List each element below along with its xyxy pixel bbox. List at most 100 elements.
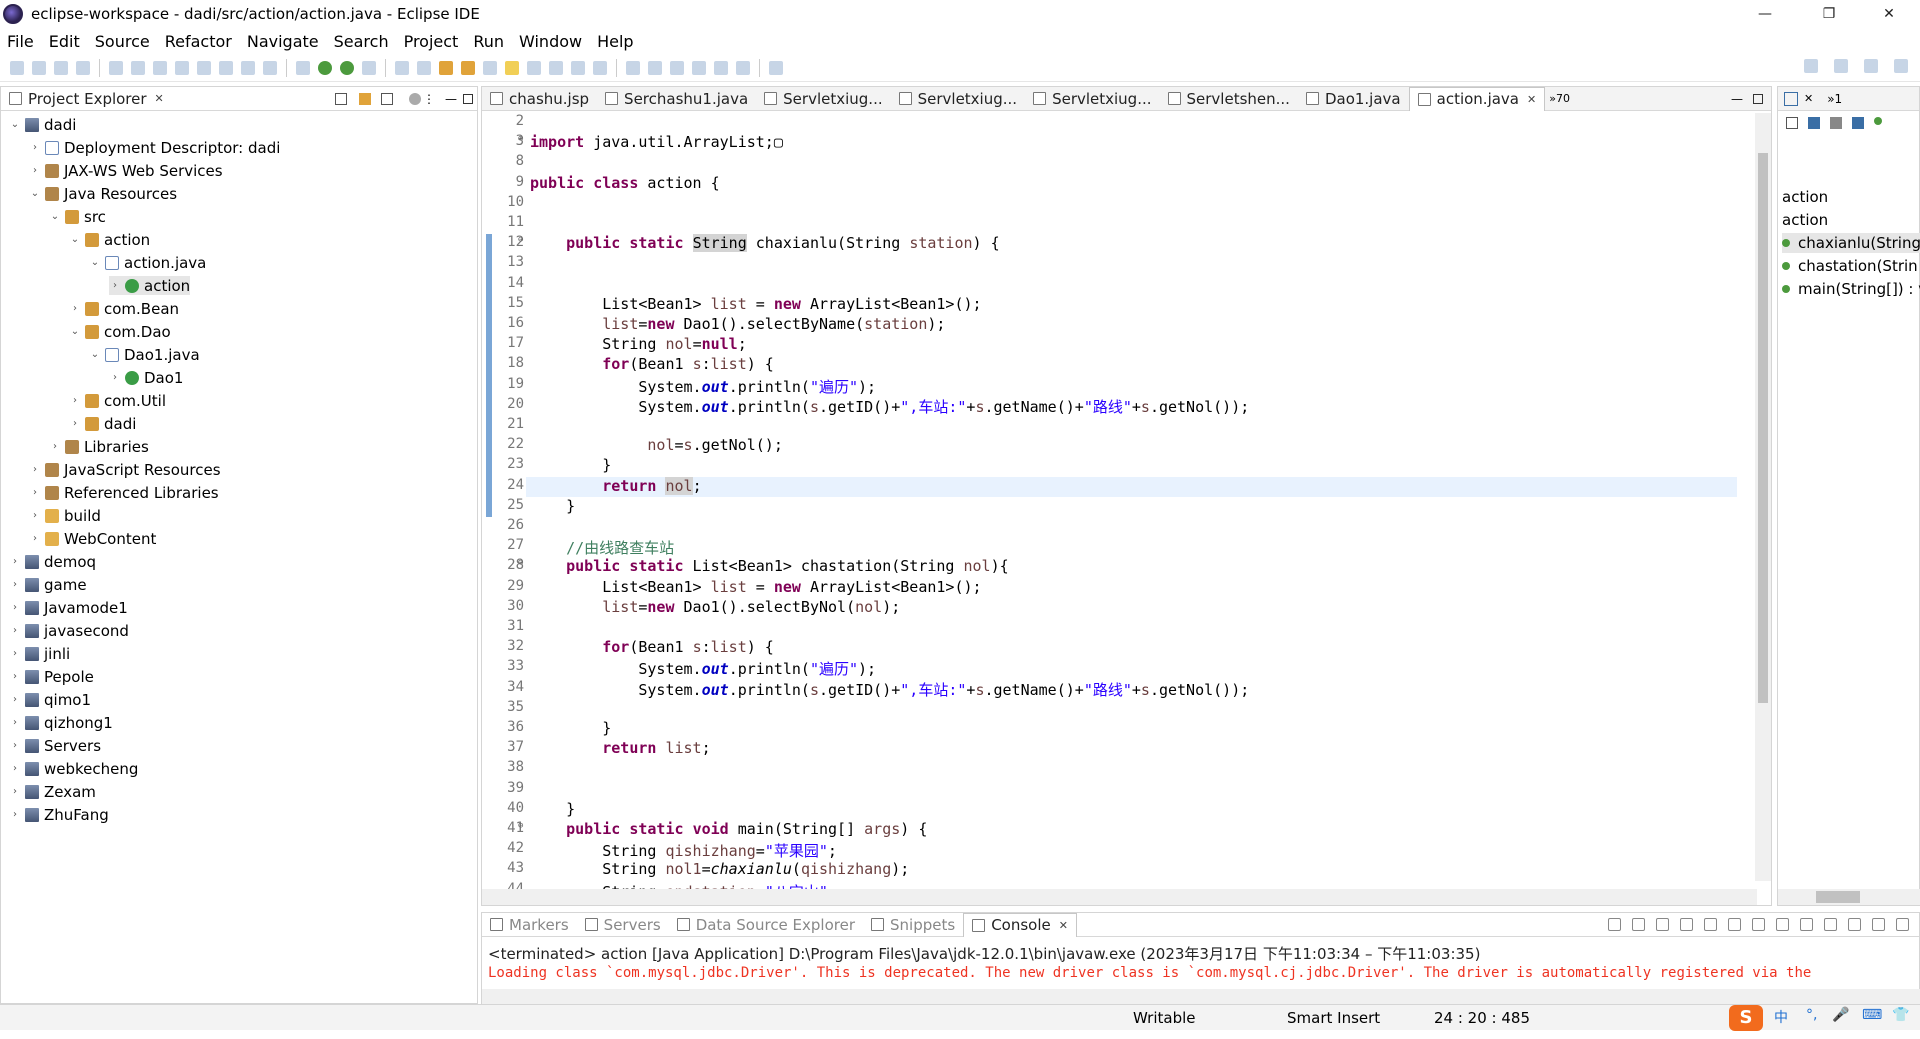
- tree-item-dao1-java[interactable]: ⌄ Dao1.java: [89, 345, 200, 364]
- tree-item-deployment-descriptor-dadi[interactable]: › Deployment Descriptor: dadi: [29, 138, 280, 157]
- menu-window[interactable]: Window: [512, 32, 590, 51]
- code-line[interactable]: return list;: [530, 739, 710, 757]
- sort-icon[interactable]: [1808, 117, 1820, 129]
- tree-item-qimo1[interactable]: › qimo1: [9, 690, 91, 709]
- tree-item-build[interactable]: › build: [29, 506, 101, 525]
- print-icon[interactable]: [76, 60, 90, 75]
- editor-tab-servletxiug-[interactable]: Servletxiug...: [891, 87, 1025, 111]
- expand-arrow-icon[interactable]: ›: [69, 303, 81, 314]
- debug-icon[interactable]: [296, 60, 310, 75]
- tree-item-dadi[interactable]: › dadi: [69, 414, 136, 433]
- tree-item-jax-ws-web-services[interactable]: › JAX-WS Web Services: [29, 161, 223, 180]
- tree-item-webkecheng[interactable]: › webkecheng: [9, 759, 138, 778]
- tree-item-libraries[interactable]: › Libraries: [49, 437, 149, 456]
- tree-item-com-bean[interactable]: › com.Bean: [69, 299, 179, 318]
- expand-arrow-icon[interactable]: ›: [29, 510, 41, 521]
- ime-chinese-mode[interactable]: 中: [1774, 1007, 1788, 1027]
- tree-item-java-resources[interactable]: ⌄ Java Resources: [29, 184, 177, 203]
- java-ee-perspective-icon[interactable]: [1864, 59, 1878, 73]
- outline-item-action[interactable]: action: [1782, 187, 1920, 207]
- forward-icon[interactable]: [736, 60, 750, 75]
- new-server-icon[interactable]: [395, 60, 409, 75]
- scrollbar-thumb[interactable]: [1758, 153, 1768, 703]
- code-line[interactable]: return nol;: [530, 476, 702, 495]
- code-line[interactable]: System.out.println(s.getID()+",车站:"+s.ge…: [530, 679, 1249, 700]
- minimize-button[interactable]: —: [1742, 0, 1788, 28]
- editor-tab-action-java[interactable]: action.java ✕: [1408, 86, 1546, 111]
- expand-arrow-icon[interactable]: ›: [9, 671, 21, 682]
- microphone-icon[interactable]: 🎤: [1832, 1007, 1849, 1023]
- minimize-icon[interactable]: [1632, 918, 1645, 931]
- remove-all-icon[interactable]: [1848, 918, 1861, 931]
- show-paragraph-icon[interactable]: [571, 60, 585, 75]
- close-icon[interactable]: ✕: [1804, 92, 1813, 105]
- expand-arrow-icon[interactable]: ›: [9, 740, 21, 751]
- maximize-icon[interactable]: [1608, 918, 1621, 931]
- tree-item-action[interactable]: ⌄ action: [69, 230, 150, 249]
- tree-item-javascript-resources[interactable]: › JavaScript Resources: [29, 460, 221, 479]
- save-icon[interactable]: [32, 60, 46, 75]
- tree-item-game[interactable]: › game: [9, 575, 87, 594]
- tree-item-qizhong1[interactable]: › qizhong1: [9, 713, 113, 732]
- annotation-icon[interactable]: [648, 60, 662, 75]
- search-toolbar-icon[interactable]: [483, 60, 497, 75]
- close-icon[interactable]: ✕: [1527, 93, 1536, 106]
- tree-item-dao1[interactable]: › Dao1: [109, 368, 183, 387]
- restore-button[interactable]: ❐: [1806, 0, 1852, 28]
- fold-toggle-icon[interactable]: ⊖: [518, 558, 523, 568]
- menu-help[interactable]: Help: [590, 32, 641, 51]
- code-line[interactable]: }: [530, 719, 611, 737]
- expand-arrow-icon[interactable]: ›: [9, 763, 21, 774]
- code-line[interactable]: }: [530, 800, 575, 818]
- editor-tab-servletxiug-[interactable]: Servletxiug...: [1025, 87, 1159, 111]
- code-line[interactable]: public static void main(String[] args) {: [530, 820, 927, 838]
- expand-arrow-icon[interactable]: ›: [9, 809, 21, 820]
- maximize-view-icon[interactable]: [463, 93, 473, 104]
- code-line[interactable]: list=new Dao1().selectByName(station);: [530, 315, 945, 333]
- fold-toggle-icon[interactable]: ⊕: [518, 134, 523, 144]
- overflow-icon[interactable]: »1: [1827, 92, 1842, 106]
- tab-overflow-button[interactable]: »70: [1549, 92, 1570, 105]
- code-line[interactable]: }: [530, 456, 611, 474]
- disconnect-icon[interactable]: [197, 60, 211, 75]
- search-icon[interactable]: [1804, 59, 1818, 73]
- run-icon[interactable]: [318, 60, 332, 75]
- code-line[interactable]: for(Bean1 s:list) {: [530, 355, 774, 373]
- code-line[interactable]: String nol1=chaxianlu(qishizhang);: [530, 860, 909, 878]
- fold-toggle-icon[interactable]: ⊖: [518, 235, 523, 245]
- new-class-icon[interactable]: [417, 60, 431, 75]
- code-line[interactable]: System.out.println(s.getID()+",车站:"+s.ge…: [530, 396, 1249, 417]
- code-line[interactable]: List<Bean1> list = new ArrayList<Bean1>(…: [530, 578, 981, 596]
- previous-annotation-icon[interactable]: [692, 60, 706, 75]
- expand-arrow-icon[interactable]: ⌄: [69, 326, 81, 337]
- outline-icon[interactable]: [1784, 91, 1798, 106]
- expand-arrow-icon[interactable]: ›: [69, 418, 81, 429]
- editor-tab-chashu-jsp[interactable]: chashu.jsp: [482, 87, 597, 111]
- tree-item-action[interactable]: › action: [109, 276, 191, 295]
- show-on-stderr-icon[interactable]: [1728, 918, 1741, 931]
- editor-tab-dao1-java[interactable]: Dao1.java: [1298, 87, 1409, 111]
- scrollbar-thumb[interactable]: [1816, 891, 1860, 903]
- outline-item-action[interactable]: action: [1782, 210, 1920, 230]
- close-icon[interactable]: ✕: [155, 92, 164, 105]
- code-line[interactable]: }: [530, 497, 575, 515]
- tree-item-dadi[interactable]: ⌄ dadi: [9, 115, 77, 134]
- expand-arrow-icon[interactable]: ›: [109, 372, 121, 383]
- expand-arrow-icon[interactable]: ›: [29, 533, 41, 544]
- pin-console-icon[interactable]: [1704, 918, 1717, 931]
- expand-arrow-icon[interactable]: ›: [9, 786, 21, 797]
- open-type-icon[interactable]: [439, 60, 453, 75]
- code-line[interactable]: for(Bean1 s:list) {: [530, 638, 774, 656]
- coverage-icon[interactable]: [362, 60, 376, 75]
- tree-item-referenced-libraries[interactable]: › Referenced Libraries: [29, 483, 219, 502]
- menu-edit[interactable]: Edit: [42, 32, 88, 51]
- collapse-all-icon[interactable]: [1786, 117, 1798, 129]
- expand-arrow-icon[interactable]: ›: [69, 395, 81, 406]
- editor-tab-serchashu1-java[interactable]: Serchashu1.java: [597, 87, 756, 111]
- tab-markers[interactable]: Markers: [482, 913, 577, 937]
- java-perspective-icon[interactable]: [1894, 59, 1908, 73]
- expand-arrow-icon[interactable]: ⌄: [69, 234, 81, 245]
- code-line[interactable]: nol=s.getNol();: [530, 436, 782, 454]
- menu-run[interactable]: Run: [466, 32, 512, 51]
- menu-project[interactable]: Project: [397, 32, 467, 51]
